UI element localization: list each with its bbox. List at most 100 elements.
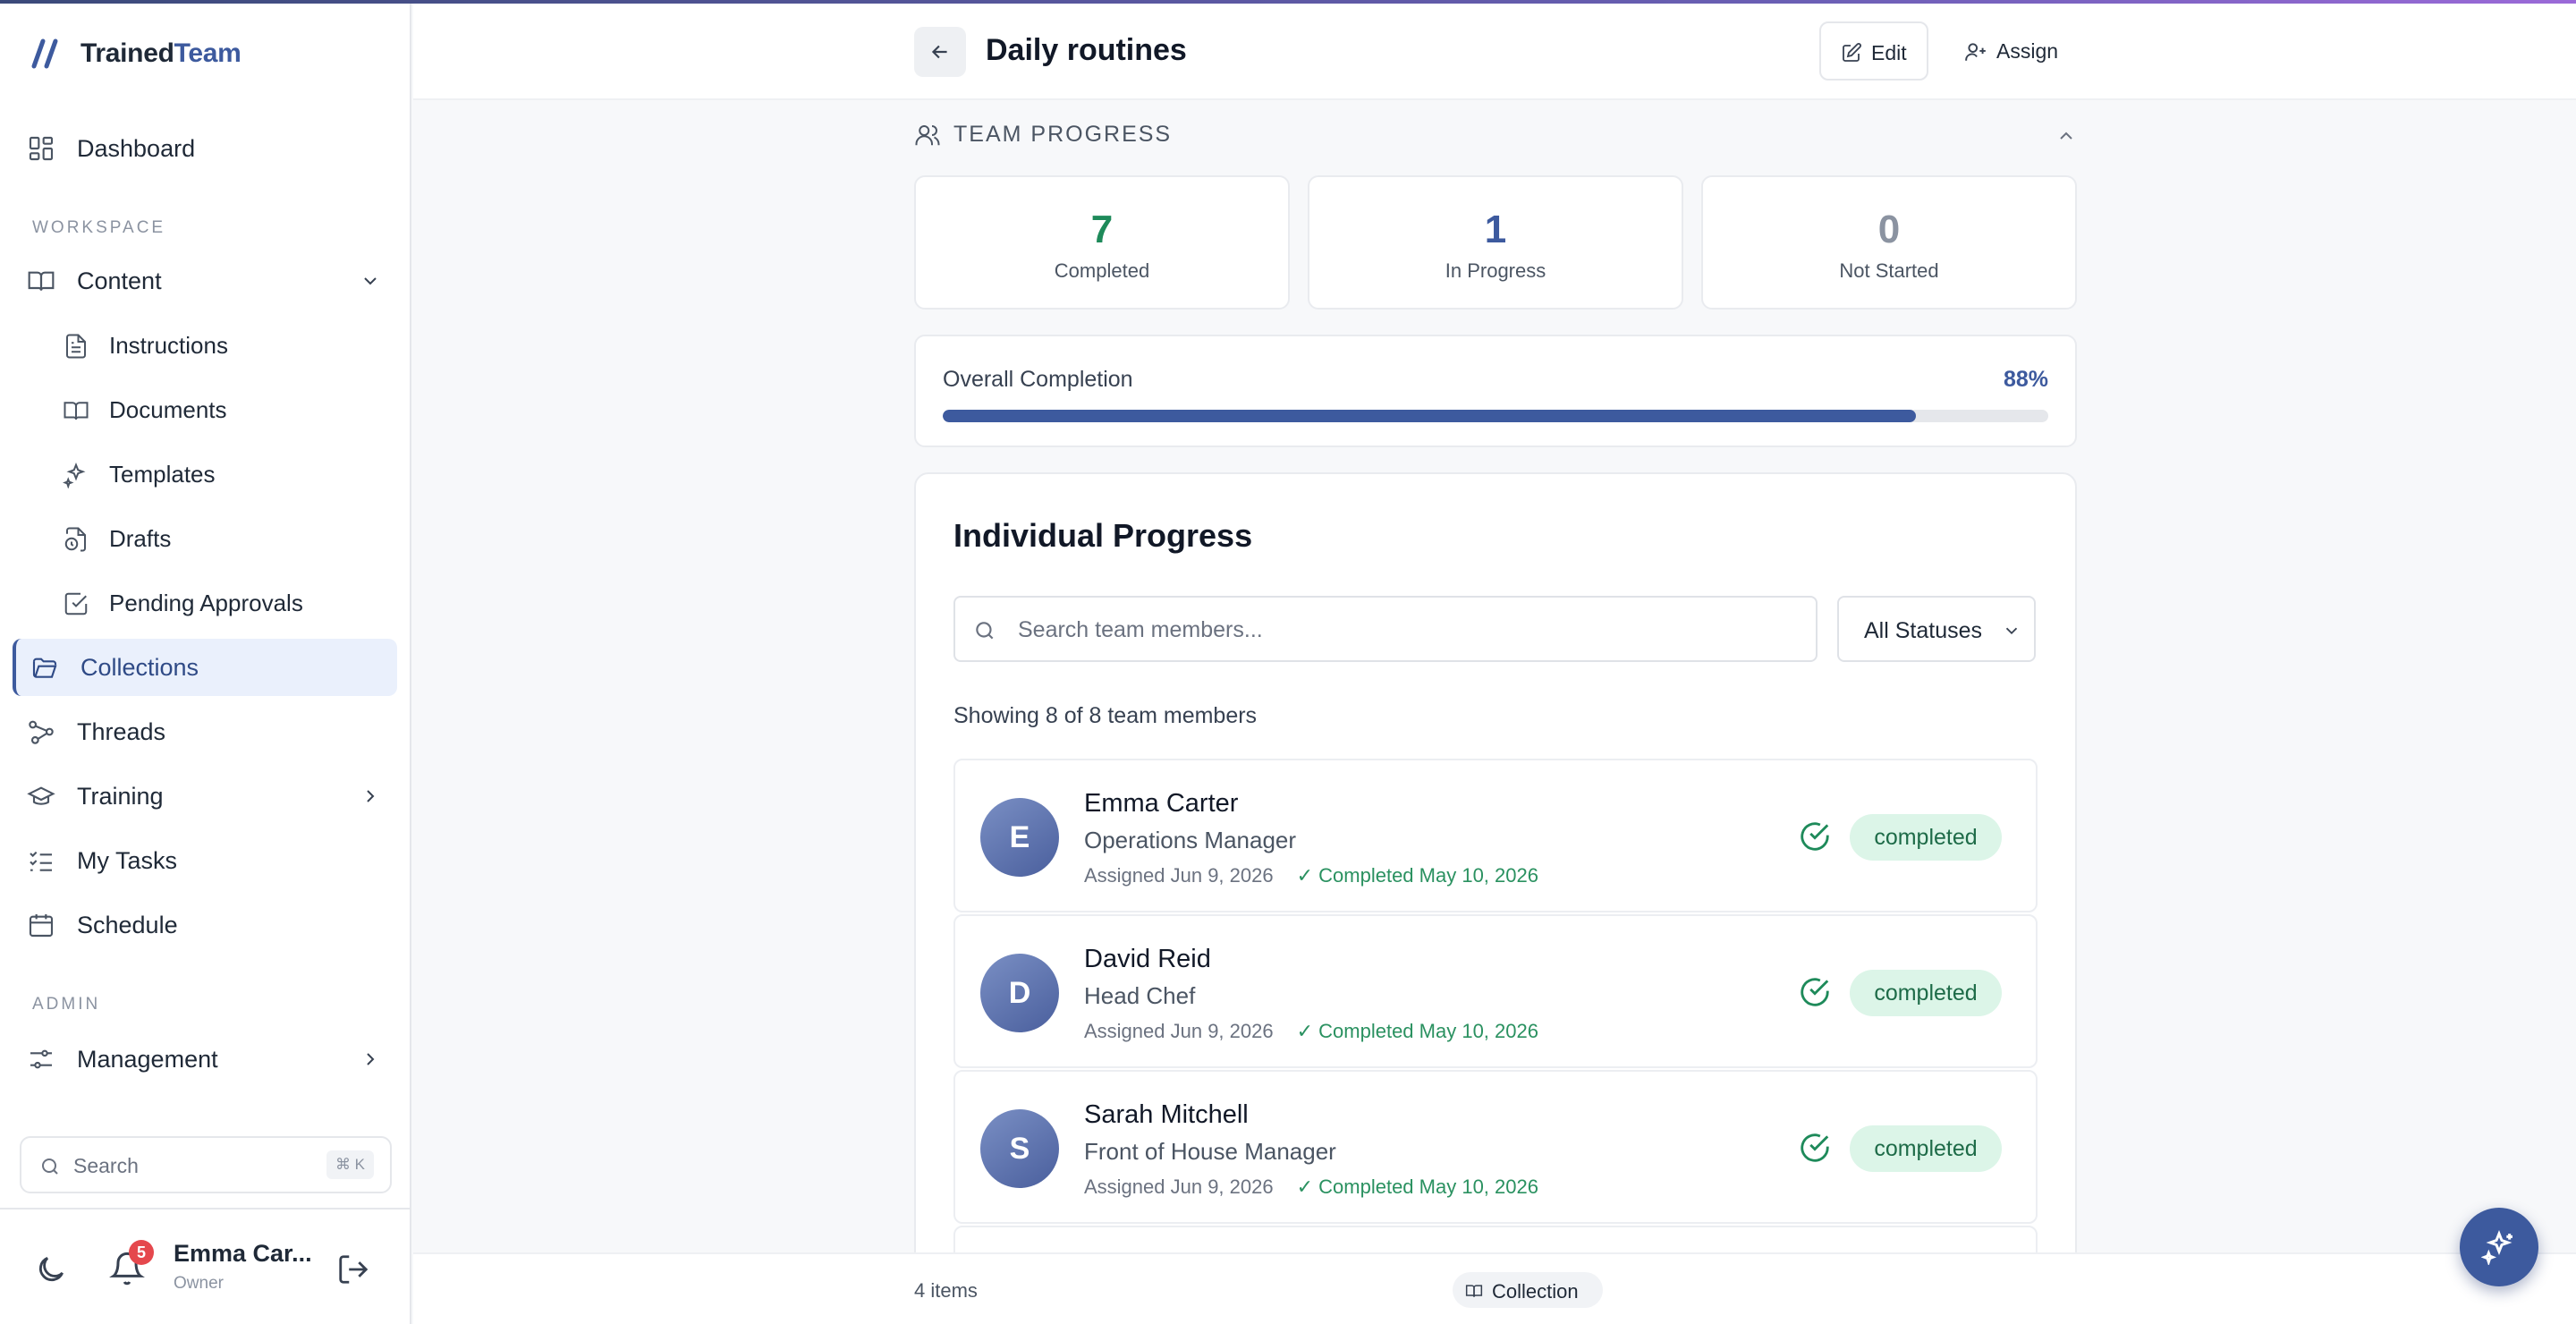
- check-circle-icon: [1801, 822, 1829, 851]
- page-title: Daily routines: [986, 33, 1187, 67]
- nav-drafts[interactable]: Drafts: [13, 510, 397, 567]
- assign-button[interactable]: Assign: [1943, 21, 2068, 81]
- threads-icon: [29, 720, 54, 744]
- nav-label: Drafts: [109, 524, 172, 552]
- stat-label: Completed: [1054, 259, 1150, 282]
- member-search-input[interactable]: [1018, 612, 1787, 648]
- assigned-date: Assigned Jun 9, 2026: [1084, 1175, 1274, 1198]
- list-checks-icon: [30, 851, 52, 871]
- member-search[interactable]: [953, 596, 1818, 662]
- sidebar-search[interactable]: Search ⌘ K: [20, 1136, 392, 1193]
- sparkles-icon: [2481, 1229, 2512, 1265]
- logo-icon: [31, 38, 58, 69]
- collection-chip[interactable]: Collection: [1453, 1272, 1603, 1308]
- search-icon: [976, 622, 994, 640]
- sparkles-icon: [63, 463, 86, 488]
- ai-assistant-button[interactable]: [2460, 1208, 2538, 1286]
- member-row[interactable]: S Sarah Mitchell Front of House Manager …: [953, 1070, 2038, 1224]
- nav-templates[interactable]: Templates: [13, 446, 397, 503]
- sidebar-footer: 5 Emma Car... Owner: [0, 1208, 411, 1324]
- calendar-icon: [29, 914, 54, 938]
- member-row[interactable]: D David Reid Head Chef Assigned Jun 9, 2…: [953, 914, 2038, 1068]
- edit-button[interactable]: Edit: [1819, 21, 1928, 81]
- member-name: Emma Carter: [1084, 789, 1239, 818]
- check-circle-icon: [1801, 1133, 1829, 1162]
- nav-content[interactable]: Content: [13, 252, 397, 310]
- book-open-icon: [28, 271, 55, 291]
- nav-management[interactable]: Management: [13, 1031, 397, 1088]
- nav-label: Schedule: [77, 911, 178, 938]
- dashboard-icon: [29, 136, 54, 161]
- file-text-icon: [66, 334, 86, 359]
- nav-label: Training: [77, 782, 164, 810]
- member-name: Sarah Mitchell: [1084, 1100, 1249, 1129]
- chevron-right-icon[interactable]: [360, 1048, 381, 1070]
- completed-date: ✓ Completed May 10, 2026: [1296, 1175, 1538, 1198]
- section-label-admin: ADMIN: [32, 995, 101, 1014]
- file-clock-icon: [64, 527, 86, 552]
- users-icon: [915, 125, 940, 146]
- stat-card-not-started: 0 Not Started: [1701, 175, 2077, 310]
- member-name: David Reid: [1084, 945, 1211, 973]
- showing-count: Showing 8 of 8 team members: [953, 703, 1258, 728]
- avatar: D: [980, 954, 1059, 1032]
- app-logo[interactable]: TrainedTeam: [29, 36, 242, 72]
- edit-label: Edit: [1871, 41, 1907, 64]
- stat-label: In Progress: [1445, 259, 1546, 282]
- stat-value: 7: [1090, 208, 1114, 251]
- nav-collections[interactable]: Collections: [13, 639, 397, 696]
- assigned-date: Assigned Jun 9, 2026: [1084, 1020, 1274, 1042]
- overall-progress-bar: [943, 410, 2048, 422]
- status-filter-value: All Statuses: [1864, 618, 1983, 643]
- search-icon: [42, 1158, 58, 1175]
- chevron-down-icon: [2005, 627, 2018, 635]
- progress-bar-fill: [943, 410, 1916, 422]
- book-open-icon: [1465, 1285, 1483, 1297]
- nav-label: Instructions: [109, 331, 228, 359]
- avatar: E: [980, 798, 1059, 877]
- sidebar: TrainedTeam Dashboard WORKSPACE Content …: [0, 0, 411, 1324]
- user-plus-icon: [1965, 43, 1986, 61]
- moon-icon[interactable]: [34, 1252, 68, 1286]
- nav-label: Documents: [109, 395, 227, 423]
- overall-completion-label: Overall Completion: [943, 367, 1133, 392]
- nav-label: Management: [77, 1045, 218, 1073]
- items-count: 4 items: [914, 1279, 978, 1302]
- sliders-icon: [30, 1049, 52, 1069]
- notification-badge: 5: [129, 1240, 154, 1265]
- logout-icon[interactable]: [336, 1252, 370, 1286]
- back-button[interactable]: [914, 27, 966, 77]
- team-progress-title: TEAM PROGRESS: [953, 122, 1173, 147]
- chevron-up-icon[interactable]: [2055, 125, 2077, 147]
- member-role: Operations Manager: [1084, 827, 1297, 853]
- nav-my-tasks[interactable]: My Tasks: [13, 832, 397, 889]
- search-shortcut: ⌘ K: [326, 1150, 374, 1179]
- user-name[interactable]: Emma Car...: [174, 1240, 312, 1268]
- nav-instructions[interactable]: Instructions: [13, 317, 397, 374]
- nav-documents[interactable]: Documents: [13, 381, 397, 438]
- chevron-down-icon[interactable]: [360, 270, 381, 292]
- chevron-right-icon[interactable]: [360, 785, 381, 807]
- top-accent-line: [0, 0, 2576, 4]
- nav-schedule[interactable]: Schedule: [13, 896, 397, 954]
- team-progress-header[interactable]: TEAM PROGRESS: [914, 118, 2077, 154]
- status-badge: completed: [1850, 814, 2002, 861]
- stat-card-completed: 7 Completed: [914, 175, 1290, 310]
- nav-training[interactable]: Training: [13, 768, 397, 825]
- individual-progress-title: Individual Progress: [953, 517, 1253, 554]
- edit-icon: [1843, 43, 1861, 62]
- assign-label: Assign: [1996, 39, 2059, 63]
- collection-chip-label: Collection: [1492, 1280, 1579, 1303]
- stat-value: 0: [1877, 208, 1901, 251]
- main-content: Daily routines Edit Assign TEAM PROGRESS…: [413, 0, 2576, 1324]
- completed-date: ✓ Completed May 10, 2026: [1296, 1020, 1538, 1042]
- stat-value: 1: [1484, 208, 1507, 251]
- nav-threads[interactable]: Threads: [13, 703, 397, 760]
- nav-dashboard[interactable]: Dashboard: [13, 120, 397, 177]
- check-square-icon: [64, 592, 88, 615]
- nav-label: Pending Approvals: [109, 589, 303, 616]
- nav-pending-approvals[interactable]: Pending Approvals: [13, 574, 397, 632]
- status-filter-select[interactable]: All Statuses: [1837, 596, 2036, 662]
- nav-label: Content: [77, 267, 162, 294]
- member-row[interactable]: E Emma Carter Operations Manager Assigne…: [953, 759, 2038, 912]
